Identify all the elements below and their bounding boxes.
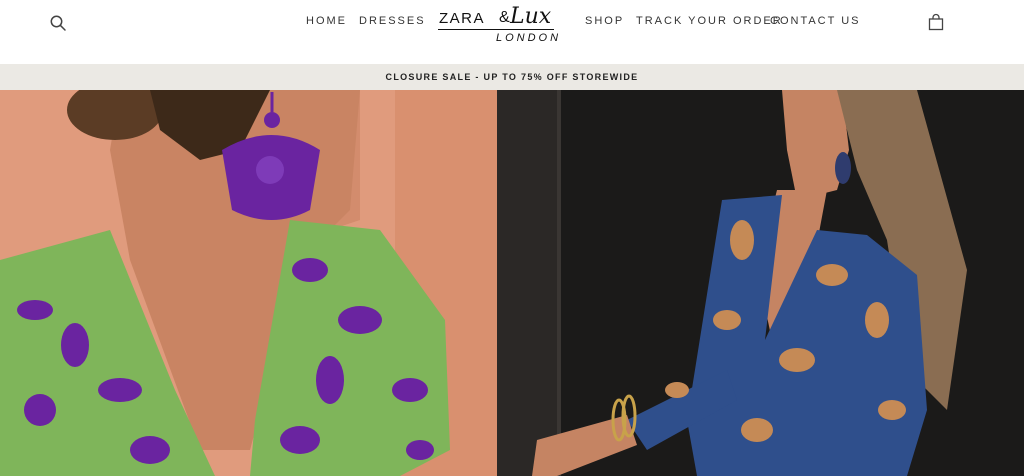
logo-subtitle: LONDON (496, 32, 562, 44)
nav-track-order[interactable]: TRACK YOUR ORDER (636, 15, 783, 27)
logo-rule (438, 29, 554, 30)
model-blue-dress-illustration (497, 90, 1024, 476)
nav-shop[interactable]: SHOP (585, 15, 624, 27)
hero-banner[interactable] (0, 90, 1024, 476)
hero-image-left[interactable] (0, 90, 497, 476)
logo-ampersand: & (499, 9, 510, 26)
model-green-dress-illustration (0, 90, 497, 476)
nav-home[interactable]: HOME (306, 15, 347, 27)
brand-logo[interactable]: ZARA & Lux LONDON (438, 4, 558, 48)
shopping-bag-icon[interactable] (928, 13, 944, 31)
logo-wordmark: ZARA (439, 10, 486, 27)
search-icon[interactable] (49, 14, 67, 32)
nav-contact[interactable]: CONTACT US (770, 15, 861, 27)
site-header: HOME DRESSES ZARA & Lux LONDON SHOP TRAC… (0, 0, 1024, 64)
logo-script: Lux (510, 4, 552, 29)
announcement-text: CLOSURE SALE - UP TO 75% OFF STOREWIDE (385, 72, 639, 82)
hero-image-right[interactable] (497, 90, 1024, 476)
nav-dresses[interactable]: DRESSES (359, 15, 426, 27)
announcement-bar: CLOSURE SALE - UP TO 75% OFF STOREWIDE (0, 64, 1024, 90)
